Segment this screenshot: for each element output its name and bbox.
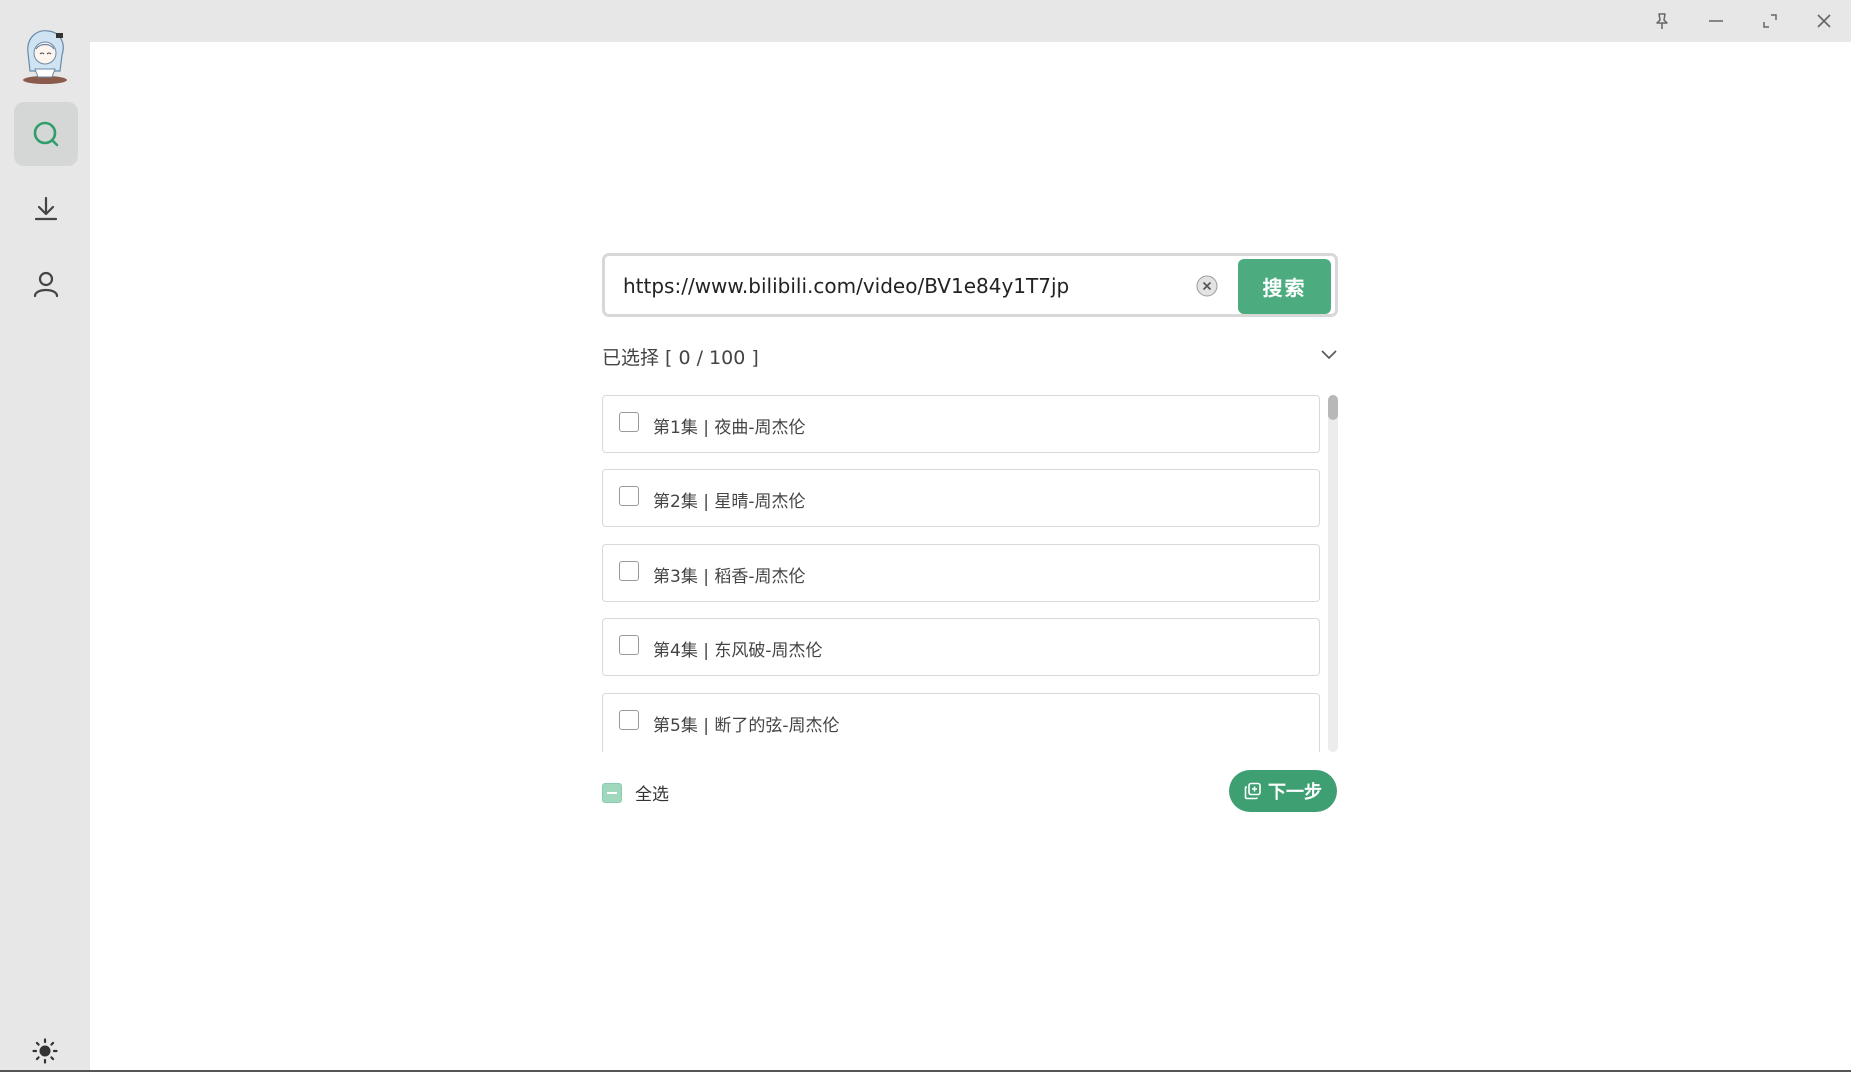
clear-search-button[interactable] xyxy=(1195,274,1219,298)
sidebar xyxy=(0,0,90,1072)
next-step-button[interactable]: 下一步 xyxy=(1229,770,1337,812)
window-controls xyxy=(1635,0,1851,42)
scrollbar[interactable] xyxy=(1328,395,1338,752)
scrollbar-thumb[interactable] xyxy=(1328,395,1338,420)
episode-checkbox[interactable] xyxy=(619,412,639,432)
nav-user-button[interactable] xyxy=(14,252,78,316)
nav-download-button[interactable] xyxy=(14,177,78,241)
nav-search-button[interactable] xyxy=(14,102,78,166)
episode-checkbox[interactable] xyxy=(619,710,639,730)
episode-item[interactable]: 第1集 | 夜曲-周杰伦 xyxy=(602,395,1320,453)
app-window: 搜索 已选择 [ 0 / 100 ] 第1集 | 夜曲-周杰伦 第2集 | 星晴… xyxy=(0,0,1851,1072)
pin-button[interactable] xyxy=(1635,0,1689,42)
episode-item[interactable]: 第3集 | 稻香-周杰伦 xyxy=(602,544,1320,602)
select-all-checkbox[interactable] xyxy=(602,782,622,803)
search-button[interactable]: 搜索 xyxy=(1238,259,1331,314)
episode-label: 第1集 | 夜曲-周杰伦 xyxy=(653,418,806,438)
user-icon xyxy=(33,271,59,298)
pin-icon xyxy=(1656,13,1668,29)
next-step-label: 下一步 xyxy=(1268,782,1322,803)
search-bar: 搜索 xyxy=(602,253,1338,317)
episode-list: 第1集 | 夜曲-周杰伦 第2集 | 星晴-周杰伦 第3集 | 稻香-周杰伦 第… xyxy=(602,395,1322,752)
episode-checkbox[interactable] xyxy=(619,561,639,581)
download-icon xyxy=(34,196,58,221)
close-button[interactable] xyxy=(1797,0,1851,42)
collapse-toggle[interactable] xyxy=(1318,344,1340,364)
theme-toggle-button[interactable] xyxy=(27,1033,63,1069)
episode-label: 第2集 | 星晴-周杰伦 xyxy=(653,492,806,512)
episode-checkbox[interactable] xyxy=(619,486,639,506)
close-icon xyxy=(1817,14,1831,28)
episode-label: 第3集 | 稻香-周杰伦 xyxy=(653,567,806,587)
minimize-button[interactable] xyxy=(1689,0,1743,42)
selected-count: 已选择 [ 0 / 100 ] xyxy=(602,347,759,369)
sun-icon xyxy=(32,1038,58,1064)
episode-label: 第5集 | 断了的弦-周杰伦 xyxy=(653,716,840,736)
main-panel: 搜索 已选择 [ 0 / 100 ] 第1集 | 夜曲-周杰伦 第2集 | 星晴… xyxy=(90,42,1851,1070)
maximize-icon xyxy=(1763,14,1777,28)
chevron-down-icon xyxy=(1321,350,1337,360)
select-all-label: 全选 xyxy=(635,785,669,805)
maximize-button[interactable] xyxy=(1743,0,1797,42)
episode-item[interactable]: 第2集 | 星晴-周杰伦 xyxy=(602,469,1320,527)
search-icon xyxy=(33,121,59,147)
clear-icon xyxy=(1196,275,1218,297)
episode-label: 第4集 | 东风破-周杰伦 xyxy=(653,641,823,661)
avatar xyxy=(20,25,70,85)
episode-item[interactable]: 第5集 | 断了的弦-周杰伦 xyxy=(602,693,1320,752)
search-input[interactable] xyxy=(621,256,1185,316)
copy-icon xyxy=(1244,782,1262,800)
episode-item[interactable]: 第4集 | 东风破-周杰伦 xyxy=(602,618,1320,676)
minimize-icon xyxy=(1709,20,1723,22)
select-all[interactable]: 全选 xyxy=(602,780,669,805)
episode-checkbox[interactable] xyxy=(619,635,639,655)
